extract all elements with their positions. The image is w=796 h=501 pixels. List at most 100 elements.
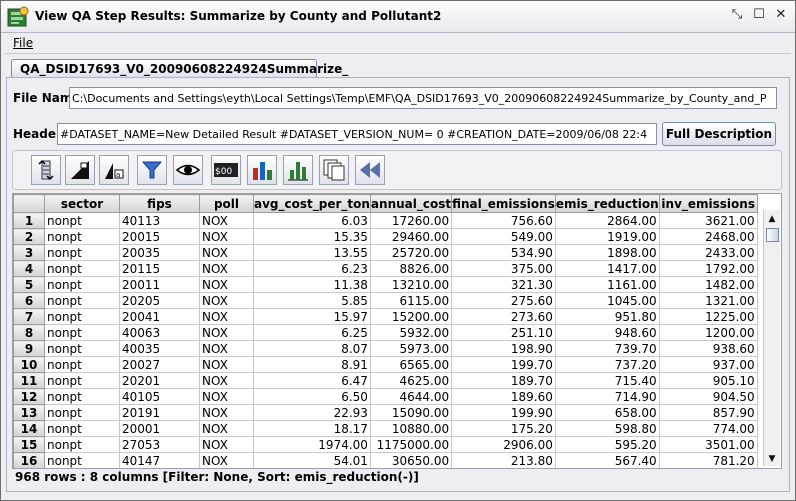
table-cell[interactable]: 199.90 [451, 404, 556, 421]
minimize-icon[interactable]: ⤡ [729, 7, 745, 23]
table-cell[interactable]: 1417.00 [554, 260, 660, 277]
table-cell[interactable]: NOX [199, 420, 254, 437]
row-number[interactable]: 5 [13, 276, 45, 293]
table-cell[interactable]: 715.40 [554, 372, 660, 389]
table-row[interactable]: 7 nonpt 20041 NOX 15.97 15200.00 273.60 951.80 1… [13, 308, 758, 325]
table-row[interactable]: 2 nonpt 20015 NOX 15.35 29460.00 549.00 1919.00… [13, 228, 758, 245]
table-cell[interactable]: 1161.00 [554, 276, 660, 293]
column-header[interactable]: avg_cost_per_ton [253, 194, 371, 213]
table-cell[interactable]: nonpt [44, 260, 120, 277]
file-name-field[interactable]: C:\Documents and Settings\eyth\Local Set… [69, 87, 777, 109]
table-cell[interactable]: 4644.00 [369, 388, 453, 405]
table-row[interactable]: 9 nonpt 40035 NOX 8.07 5973.00 198.90 739.70 938… [13, 340, 758, 357]
table-cell[interactable]: 15090.00 [369, 404, 453, 421]
table-cell[interactable]: nonpt [44, 388, 120, 405]
table-cell[interactable]: 8826.00 [369, 260, 453, 277]
column-header[interactable]: sector [44, 194, 120, 213]
table-cell[interactable]: 5932.00 [369, 324, 453, 341]
table-cell[interactable]: 375.00 [451, 260, 556, 277]
format-button[interactable] [65, 155, 95, 185]
table-cell[interactable]: NOX [199, 340, 254, 357]
table-cell[interactable]: 321.30 [451, 276, 556, 293]
row-number[interactable]: 11 [13, 372, 45, 389]
table-cell[interactable]: 938.60 [658, 340, 758, 357]
table-cell[interactable]: 251.10 [451, 324, 556, 341]
table-cell[interactable]: 20027 [119, 356, 200, 373]
table-row[interactable]: 15 nonpt 27053 NOX 1974.00 1175000.00 2906.00 5… [13, 436, 758, 453]
table-cell[interactable]: 27053 [119, 436, 200, 453]
table-cell[interactable]: 15.35 [253, 228, 371, 245]
column-header[interactable]: annual_cost [369, 194, 453, 213]
table-cell[interactable]: nonpt [44, 372, 120, 389]
table-cell[interactable]: 1974.00 [253, 436, 371, 453]
row-number[interactable]: 12 [13, 388, 45, 405]
table-cell[interactable]: 714.90 [554, 388, 660, 405]
table-cell[interactable]: 40147 [119, 452, 200, 468]
table-cell[interactable]: 534.90 [451, 244, 556, 261]
table-cell[interactable]: 22.93 [253, 404, 371, 421]
table-cell[interactable]: NOX [199, 212, 254, 229]
table-cell[interactable]: NOX [199, 244, 254, 261]
table-cell[interactable]: 1482.00 [658, 276, 758, 293]
vertical-scrollbar[interactable]: ▲ ▼ [763, 210, 780, 466]
font-button[interactable]: a [99, 155, 129, 185]
view-button[interactable] [173, 155, 203, 185]
table-cell[interactable]: 2433.00 [658, 244, 758, 261]
table-cell[interactable]: 549.00 [451, 228, 556, 245]
header-field[interactable]: #DATASET_NAME=New Detailed Result #DATAS… [57, 123, 657, 145]
row-number[interactable]: 13 [13, 404, 45, 421]
table-row[interactable]: 8 nonpt 40063 NOX 6.25 5932.00 251.10 948.60 120… [13, 324, 758, 341]
table-cell[interactable]: 595.20 [554, 436, 660, 453]
table-cell[interactable]: 20205 [119, 292, 200, 309]
table-cell[interactable]: 774.00 [658, 420, 758, 437]
full-description-button[interactable]: Full Description [662, 122, 776, 146]
table-row[interactable]: 12 nonpt 40105 NOX 6.50 4644.00 189.60 714.90 90… [13, 388, 758, 405]
table-cell[interactable]: 658.00 [554, 404, 660, 421]
table-cell[interactable]: NOX [199, 404, 254, 421]
table-cell[interactable]: 1898.00 [554, 244, 660, 261]
table-cell[interactable]: 13.55 [253, 244, 371, 261]
table-cell[interactable]: 1792.00 [658, 260, 758, 277]
table-cell[interactable]: NOX [199, 260, 254, 277]
table-cell[interactable]: nonpt [44, 436, 120, 453]
table-cell[interactable]: 6.47 [253, 372, 371, 389]
row-number[interactable]: 9 [13, 340, 45, 357]
table-cell[interactable]: 20201 [119, 372, 200, 389]
table-cell[interactable]: 6.23 [253, 260, 371, 277]
table-cell[interactable]: 20035 [119, 244, 200, 261]
table-cell[interactable]: NOX [199, 228, 254, 245]
chart-button[interactable] [283, 155, 313, 185]
table-cell[interactable]: NOX [199, 324, 254, 341]
table-row[interactable]: 13 nonpt 20191 NOX 22.93 15090.00 199.90 658.00… [13, 404, 758, 421]
table-cell[interactable]: 25720.00 [369, 244, 453, 261]
table-cell[interactable]: 1919.00 [554, 228, 660, 245]
table-cell[interactable]: 175.20 [451, 420, 556, 437]
table-cell[interactable]: 20115 [119, 260, 200, 277]
table-cell[interactable]: 567.40 [554, 452, 660, 468]
table-cell[interactable]: 6.03 [253, 212, 371, 229]
table-cell[interactable]: NOX [199, 388, 254, 405]
scroll-down-icon[interactable]: ▼ [764, 452, 780, 466]
table-cell[interactable]: nonpt [44, 308, 120, 325]
table-cell[interactable]: 20011 [119, 276, 200, 293]
table-cell[interactable]: 905.10 [658, 372, 758, 389]
maximize-icon[interactable]: ☐ [751, 7, 767, 23]
table-cell[interactable]: 199.70 [451, 356, 556, 373]
table-cell[interactable]: 40063 [119, 324, 200, 341]
table-cell[interactable]: 15200.00 [369, 308, 453, 325]
table-cell[interactable]: 189.60 [451, 388, 556, 405]
table-cell[interactable]: 904.50 [658, 388, 758, 405]
table-cell[interactable]: 275.60 [451, 292, 556, 309]
table-cell[interactable]: 937.00 [658, 356, 758, 373]
table-cell[interactable]: 20015 [119, 228, 200, 245]
table-cell[interactable]: 213.80 [451, 452, 556, 468]
table-cell[interactable]: 5973.00 [369, 340, 453, 357]
table-cell[interactable]: 189.70 [451, 372, 556, 389]
copy-button[interactable] [319, 155, 349, 185]
table-cell[interactable]: 737.20 [554, 356, 660, 373]
row-number[interactable]: 7 [13, 308, 45, 325]
table-cell[interactable]: nonpt [44, 212, 120, 229]
sort-button[interactable] [31, 155, 61, 185]
table-cell[interactable]: 29460.00 [369, 228, 453, 245]
table-row[interactable]: 5 nonpt 20011 NOX 11.38 13210.00 321.30 1161.00… [13, 276, 758, 293]
